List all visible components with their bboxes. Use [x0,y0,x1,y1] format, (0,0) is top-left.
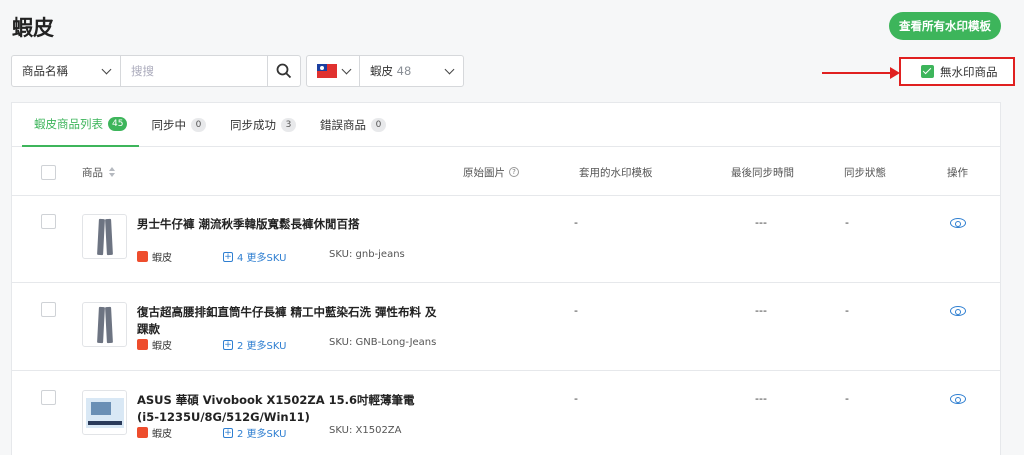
platform-count: 48 [396,64,412,78]
no-watermark-checkbox[interactable]: 無水印商品 [899,57,1015,86]
header-product[interactable]: 商品 [82,148,115,196]
more-sku-label: 4 更多SKU [237,253,287,264]
header-product-label: 商品 [82,166,103,179]
table-row: 男士牛仔褲 潮流秋季韓版寬鬆長褲休閒百搭 蝦皮 +4 更多SKU SKU: gn… [12,196,1000,283]
laptop-image [85,397,124,428]
platform-select[interactable]: 蝦皮 48 [359,55,464,87]
help-icon[interactable]: ? [509,167,519,177]
original-image-value: - [574,392,578,405]
tab-label: 同步成功 [229,118,276,132]
tab-label: 同步中 [151,118,186,132]
shop-tag: 蝦皮 [137,425,172,440]
jeans-image [98,307,112,343]
chevron-down-icon [341,64,351,74]
original-image-value: - [574,216,578,229]
shop-name: 蝦皮 [152,341,172,352]
header-actions: 操作 [947,166,968,179]
row-checkbox[interactable] [41,390,56,405]
sku-label: SKU: gnb-jeans [329,249,405,260]
platform-name: 蝦皮 [370,64,393,78]
table-row: ASUS 華碩 Vivobook X1502ZA 15.6吋輕薄筆電 (i5-1… [12,372,1000,455]
sku-label: SKU: GNB-Long-Jeans [329,337,437,348]
search-button[interactable] [267,55,301,87]
last-sync-value: --- [755,392,767,405]
product-meta: 蝦皮 +2 更多SKU SKU: GNB-Long-Jeans [137,337,437,352]
product-thumbnail [82,214,127,259]
platform-label: 蝦皮 48 [370,63,411,79]
header-applied-template: 套用的水印模板 [579,166,653,179]
view-eye-icon[interactable] [950,394,966,404]
tab-count-badge: 3 [280,118,296,132]
product-thumbnail [82,302,127,347]
jeans-image [98,219,112,255]
sync-status-value: - [845,304,849,317]
product-meta: 蝦皮 +4 更多SKU SKU: gnb-jeans [137,249,437,264]
product-name[interactable]: ASUS 華碩 Vivobook X1502ZA 15.6吋輕薄筆電 (i5-1… [137,392,437,426]
more-sku-label: 2 更多SKU [237,429,287,440]
header-sync-status: 同步狀態 [844,166,886,179]
no-watermark-label: 無水印商品 [940,64,998,79]
product-thumbnail [82,390,127,435]
shop-name: 蝦皮 [152,253,172,264]
more-sku-link[interactable]: +2 更多SKU [223,337,287,352]
tab-count-badge: 45 [108,117,128,131]
sync-status-value: - [845,216,849,229]
view-eye-icon[interactable] [950,306,966,316]
last-sync-value: --- [755,216,767,229]
tab-error-products[interactable]: 錯誤商品 0 [308,103,398,147]
product-meta: 蝦皮 +2 更多SKU SKU: X1502ZA [137,425,437,440]
last-sync-value: --- [755,304,767,317]
tab-shopee-products[interactable]: 蝦皮商品列表 45 [22,103,140,147]
tab-count-badge: 0 [190,118,206,132]
shop-name: 蝦皮 [152,429,172,440]
view-eye-icon[interactable] [950,218,966,228]
search-input[interactable]: 搜搜 [121,55,268,87]
select-all-cell [41,148,56,196]
country-select[interactable] [306,55,360,87]
search-icon [276,63,292,79]
annotation-arrow [822,72,892,74]
taiwan-flag-icon [316,64,337,78]
table-row: 復古超高腰排釦直筒牛仔長褲 精工中藍染石洗 彈性布料 及踝款 蝦皮 +2 更多S… [12,284,1000,371]
more-sku-link[interactable]: +4 更多SKU [223,249,287,264]
shopee-icon [137,427,148,438]
shopee-icon [137,251,148,262]
tab-label: 錯誤商品 [319,118,366,132]
field-select-value: 商品名稱 [22,64,68,78]
more-sku-link[interactable]: +2 更多SKU [223,425,287,440]
tab-bar: 蝦皮商品列表 45 同步中 0 同步成功 3 錯誤商品 0 [12,103,1000,147]
view-all-templates-button[interactable]: 查看所有水印模板 [889,12,1001,40]
chevron-down-icon [444,64,455,74]
table-header: 商品 原始圖片 ? 套用的水印模板 最後同步時間 同步狀態 操作 [12,148,1000,196]
plus-icon: + [223,339,233,350]
shop-tag: 蝦皮 [137,337,172,352]
row-checkbox[interactable] [41,302,56,317]
plus-icon: + [223,427,233,438]
page-title: 蝦皮 [12,16,54,40]
header-last-sync-time: 最後同步時間 [731,166,794,179]
checkbox-checked-icon [921,65,934,78]
product-name[interactable]: 男士牛仔褲 潮流秋季韓版寬鬆長褲休閒百搭 [137,216,437,233]
product-name[interactable]: 復古超高腰排釦直筒牛仔長褲 精工中藍染石洗 彈性布料 及踝款 [137,304,437,338]
chevron-down-icon [101,64,112,74]
tab-sync-success[interactable]: 同步成功 3 [218,103,308,147]
original-image-value: - [574,304,578,317]
field-select[interactable]: 商品名稱 [11,55,121,87]
row-checkbox[interactable] [41,214,56,229]
shopee-icon [137,339,148,350]
tab-label: 蝦皮商品列表 [34,117,103,131]
sync-status-value: - [845,392,849,405]
product-panel: 蝦皮商品列表 45 同步中 0 同步成功 3 錯誤商品 0 商品 原始圖片 ? … [11,102,1001,455]
sku-label: SKU: X1502ZA [329,425,402,436]
tab-syncing[interactable]: 同步中 0 [139,103,218,147]
tab-count-badge: 0 [370,118,386,132]
more-sku-label: 2 更多SKU [237,341,287,352]
select-all-checkbox[interactable] [41,164,56,180]
header-original-image-label: 原始圖片 [463,166,505,179]
sort-icon [109,167,115,177]
header-original-image: 原始圖片 ? [463,148,519,196]
plus-icon: + [223,251,233,262]
shop-tag: 蝦皮 [137,249,172,264]
